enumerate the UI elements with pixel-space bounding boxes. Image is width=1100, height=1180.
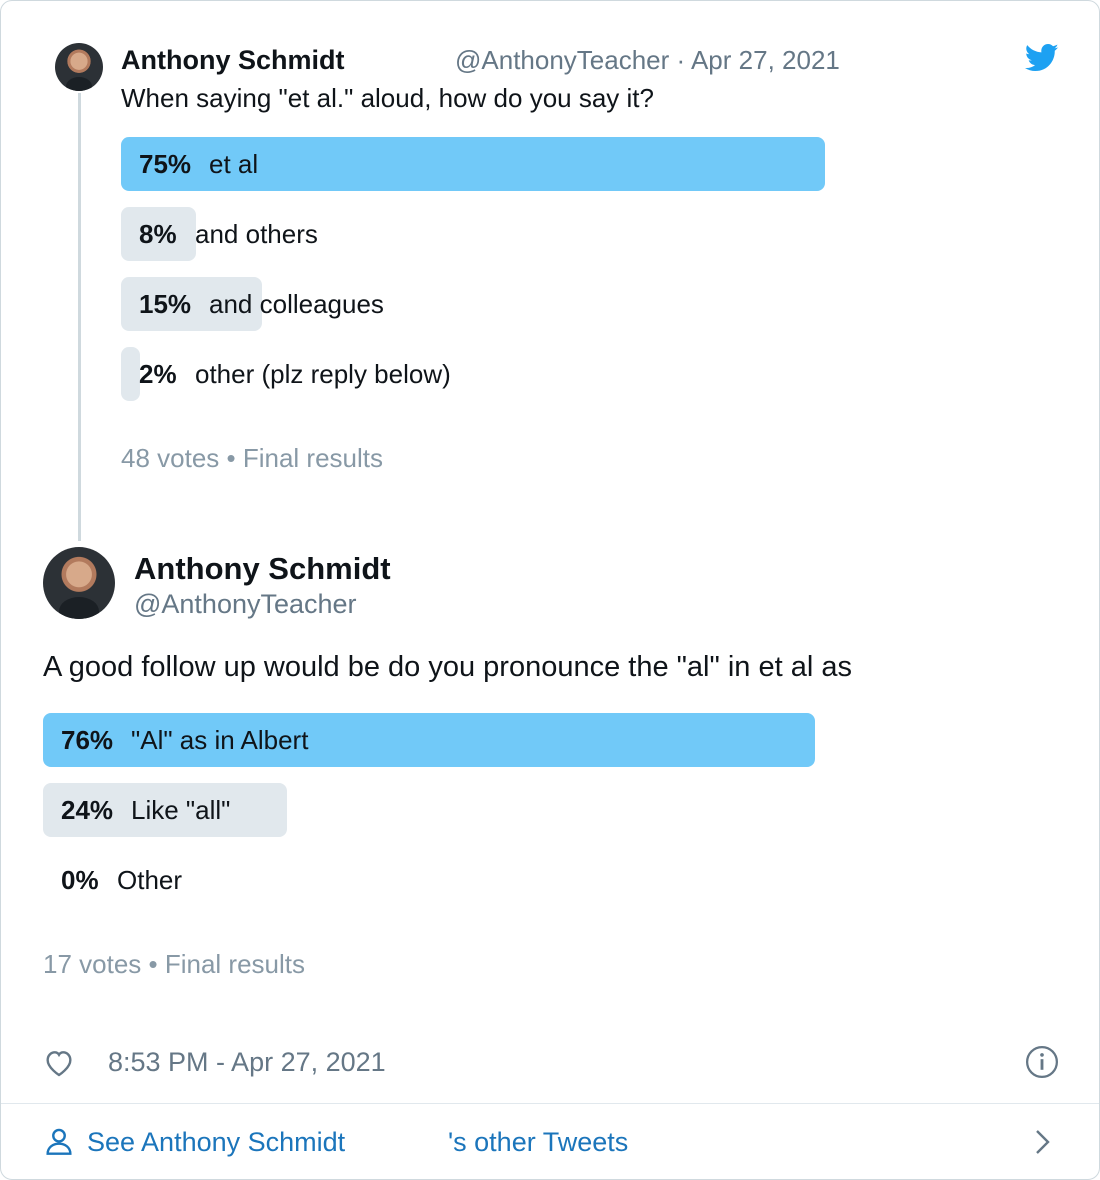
poll-option-percent: 76%: [61, 725, 114, 755]
heart-icon[interactable]: [43, 1047, 75, 1079]
poll-option-label: and others: [195, 219, 318, 249]
parent-tweet-text: When saying "et al." aloud, how do you s…: [121, 83, 654, 113]
chevron-right-icon[interactable]: [1031, 1127, 1055, 1157]
poll-option-label: and colleagues: [209, 289, 384, 319]
poll-option-label: "Al" as in Albert: [131, 725, 309, 755]
poll-option-percent: 15%: [139, 289, 192, 319]
poll-option: 24% Like "all": [43, 783, 1059, 837]
tweet-actions-row: 8:53 PM - Apr 27, 2021: [43, 1045, 1059, 1085]
poll-result-bar: [121, 347, 140, 401]
main-tweet-text: A good follow up would be do you pronoun…: [43, 651, 852, 683]
thread-connector-line: [78, 93, 81, 541]
see-other-tweets-suffix[interactable]: 's other Tweets: [448, 1127, 628, 1158]
main-author-handle[interactable]: @AnthonyTeacher: [134, 589, 357, 620]
main-poll-footer: 17 votes • Final results: [43, 949, 305, 979]
info-icon[interactable]: [1025, 1045, 1059, 1079]
poll-option-percent: 8%: [139, 219, 177, 249]
poll-option: 0% Other: [43, 853, 1059, 907]
poll-option-percent: 2%: [139, 359, 177, 389]
poll-option: 8% and others: [121, 207, 1059, 261]
poll-option-label: Other: [117, 865, 183, 895]
parent-poll-footer: 48 votes • Final results: [121, 443, 383, 473]
parent-author-name[interactable]: Anthony Schmidt: [121, 45, 345, 76]
poll-option-percent: 0%: [61, 865, 99, 895]
poll-option: 76% "Al" as in Albert: [43, 713, 1059, 767]
tweet-timestamp[interactable]: 8:53 PM - Apr 27, 2021: [108, 1047, 386, 1078]
see-other-tweets-name[interactable]: See Anthony Schmidt: [87, 1127, 345, 1158]
poll-option: 75% et al: [121, 137, 1059, 191]
poll-option-percent: 75%: [139, 149, 192, 179]
parent-handle-date[interactable]: @AnthonyTeacher · Apr 27, 2021: [455, 45, 840, 76]
twitter-bird-icon[interactable]: [1025, 43, 1059, 73]
main-avatar[interactable]: [43, 547, 115, 619]
poll-option: 15% and colleagues: [121, 277, 1059, 331]
poll-option-label: et al: [209, 149, 259, 179]
poll-option: 2% other (plz reply below): [121, 347, 1059, 401]
parent-avatar[interactable]: [55, 43, 103, 91]
person-icon: [46, 1128, 72, 1155]
poll-option-label: Like "all": [131, 795, 231, 825]
poll-option-label: other (plz reply below): [195, 359, 451, 389]
poll-option-percent: 24%: [61, 795, 114, 825]
footer-divider: [1, 1103, 1099, 1104]
main-author-name[interactable]: Anthony Schmidt: [134, 551, 391, 587]
see-other-tweets-link[interactable]: See Anthony Schmidt 's other Tweets: [43, 1123, 1059, 1163]
tweet-embed-card: Anthony Schmidt @AnthonyTeacher · Apr 27…: [0, 0, 1100, 1180]
